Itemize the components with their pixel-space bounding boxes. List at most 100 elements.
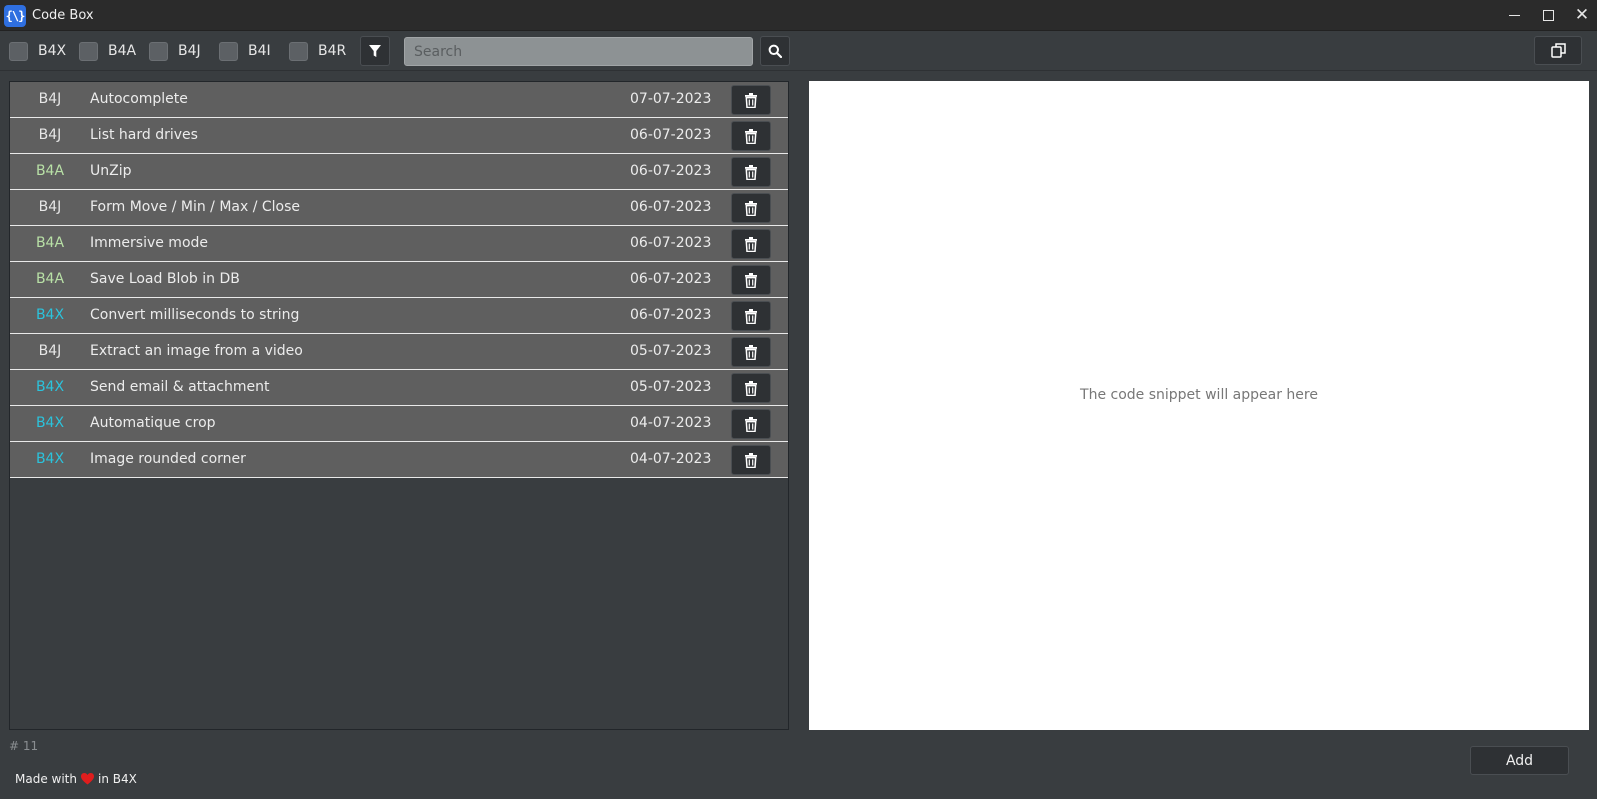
trash-icon xyxy=(745,272,757,288)
minimize-button[interactable] xyxy=(1497,0,1531,31)
snippet-platform-tag: B4J xyxy=(38,199,62,215)
snippet-platform-tag: B4X xyxy=(35,379,65,395)
trash-icon xyxy=(745,344,757,360)
snippet-row[interactable]: B4X Automatique crop 04-07-2023 xyxy=(10,406,788,442)
filter-checkbox-b4j[interactable]: B4J xyxy=(149,41,201,61)
snippet-row[interactable]: B4A Immersive mode 06-07-2023 xyxy=(10,226,788,262)
made-with-suffix: in B4X xyxy=(97,772,137,786)
minimize-icon xyxy=(1508,14,1520,16)
trash-icon xyxy=(745,164,757,180)
snippet-title: Automatique crop xyxy=(90,415,216,431)
copy-icon xyxy=(1550,43,1566,58)
checkbox-box[interactable] xyxy=(79,41,98,61)
checkbox-label: B4I xyxy=(248,43,271,59)
delete-snippet-button[interactable] xyxy=(731,121,771,151)
delete-snippet-button[interactable] xyxy=(731,445,771,475)
snippet-platform-tag: B4X xyxy=(35,415,65,431)
snippet-date: 06-07-2023 xyxy=(630,127,712,143)
heart-icon xyxy=(80,773,94,785)
checkbox-label: B4R xyxy=(318,43,347,59)
snippet-title: Convert milliseconds to string xyxy=(90,307,300,323)
snippet-title: Form Move / Min / Max / Close xyxy=(90,199,301,215)
delete-snippet-button[interactable] xyxy=(731,373,771,403)
snippet-title: Autocomplete xyxy=(90,91,188,107)
delete-snippet-button[interactable] xyxy=(731,337,771,367)
title-bar: {\} Code Box ✕ xyxy=(0,0,1597,31)
search-button[interactable] xyxy=(760,36,790,66)
maximize-button[interactable] xyxy=(1531,0,1565,31)
snippet-platform-tag: B4A xyxy=(35,271,65,287)
delete-snippet-button[interactable] xyxy=(731,229,771,259)
snippet-platform-tag: B4X xyxy=(35,451,65,467)
snippet-row[interactable]: B4J List hard drives 06-07-2023 xyxy=(10,118,788,154)
filter-checkbox-b4r[interactable]: B4R xyxy=(289,41,346,61)
add-button[interactable]: Add xyxy=(1470,746,1569,775)
copy-button[interactable] xyxy=(1534,36,1582,65)
delete-snippet-button[interactable] xyxy=(731,301,771,331)
snippet-date: 07-07-2023 xyxy=(630,91,712,107)
snippet-count: # 11 xyxy=(9,739,39,753)
trash-icon xyxy=(745,452,757,468)
snippet-row[interactable]: B4J Extract an image from a video 05-07-20… xyxy=(10,334,788,370)
snippet-title: Extract an image from a video xyxy=(90,343,303,359)
close-button[interactable]: ✕ xyxy=(1565,0,1597,31)
snippet-date: 06-07-2023 xyxy=(630,199,712,215)
snippet-title: Send email & attachment xyxy=(90,379,270,395)
window-title: Code Box xyxy=(32,8,94,23)
filter-button[interactable] xyxy=(360,36,390,66)
snippet-row[interactable]: B4A UnZip 06-07-2023 xyxy=(10,154,788,190)
snippet-platform-tag: B4J xyxy=(38,343,62,359)
code-panel[interactable]: The code snippet will appear here xyxy=(809,81,1589,730)
trash-icon xyxy=(745,92,757,108)
snippet-date: 04-07-2023 xyxy=(630,415,712,431)
snippet-platform-tag: B4A xyxy=(35,163,65,179)
close-icon: ✕ xyxy=(1574,5,1590,25)
snippet-title: Save Load Blob in DB xyxy=(90,271,240,287)
search-input[interactable] xyxy=(404,37,753,66)
snippet-title: Image rounded corner xyxy=(90,451,246,467)
filter-checkbox-b4x[interactable]: B4X xyxy=(9,41,66,61)
checkbox-box[interactable] xyxy=(289,41,308,61)
filter-checkbox-b4i[interactable]: B4I xyxy=(219,41,271,61)
funnel-icon xyxy=(369,44,381,57)
delete-snippet-button[interactable] xyxy=(731,85,771,115)
snippet-title: List hard drives xyxy=(90,127,198,143)
trash-icon xyxy=(745,200,757,216)
checkbox-box[interactable] xyxy=(9,41,28,61)
snippet-date: 05-07-2023 xyxy=(630,379,712,395)
snippet-date: 06-07-2023 xyxy=(630,235,712,251)
snippet-list: B4J Autocomplete 07-07-2023 B4J List hard dr… xyxy=(9,81,789,730)
checkbox-box[interactable] xyxy=(219,41,238,61)
snippet-row[interactable]: B4X Send email & attachment 05-07-2023 xyxy=(10,370,788,406)
delete-snippet-button[interactable] xyxy=(731,409,771,439)
checkbox-label: B4X xyxy=(38,43,67,59)
snippet-title: UnZip xyxy=(90,163,132,179)
snippet-row[interactable]: B4X Image rounded corner 04-07-2023 xyxy=(10,442,788,478)
snippet-row[interactable]: B4J Form Move / Min / Max / Close 06-07-20… xyxy=(10,190,788,226)
trash-icon xyxy=(745,416,757,432)
snippet-date: 05-07-2023 xyxy=(630,343,712,359)
snippet-row[interactable]: B4J Autocomplete 07-07-2023 xyxy=(10,82,788,118)
delete-snippet-button[interactable] xyxy=(731,265,771,295)
filter-checkbox-b4a[interactable]: B4A xyxy=(79,41,136,61)
trash-icon xyxy=(745,308,757,324)
code-placeholder: The code snippet will appear here xyxy=(1080,387,1318,403)
checkbox-box[interactable] xyxy=(149,41,168,61)
trash-icon xyxy=(745,380,757,396)
snippet-platform-tag: B4J xyxy=(38,91,62,107)
checkbox-label: B4J xyxy=(178,43,201,59)
snippet-platform-tag: B4J xyxy=(38,127,62,143)
made-with-credit: Made with in B4X xyxy=(15,772,137,786)
app-logo-icon: {\} xyxy=(4,5,26,27)
magnifier-icon xyxy=(768,44,782,58)
snippet-row[interactable]: B4X Convert milliseconds to string 06-07-2… xyxy=(10,298,788,334)
toolbar: B4X B4A B4J B4I B4R xyxy=(0,31,1597,71)
checkbox-label: B4A xyxy=(108,43,137,59)
delete-snippet-button[interactable] xyxy=(731,193,771,223)
snippet-date: 06-07-2023 xyxy=(630,163,712,179)
delete-snippet-button[interactable] xyxy=(731,157,771,187)
snippet-row[interactable]: B4A Save Load Blob in DB 06-07-2023 xyxy=(10,262,788,298)
trash-icon xyxy=(745,236,757,252)
trash-icon xyxy=(745,128,757,144)
maximize-icon xyxy=(1542,9,1554,21)
